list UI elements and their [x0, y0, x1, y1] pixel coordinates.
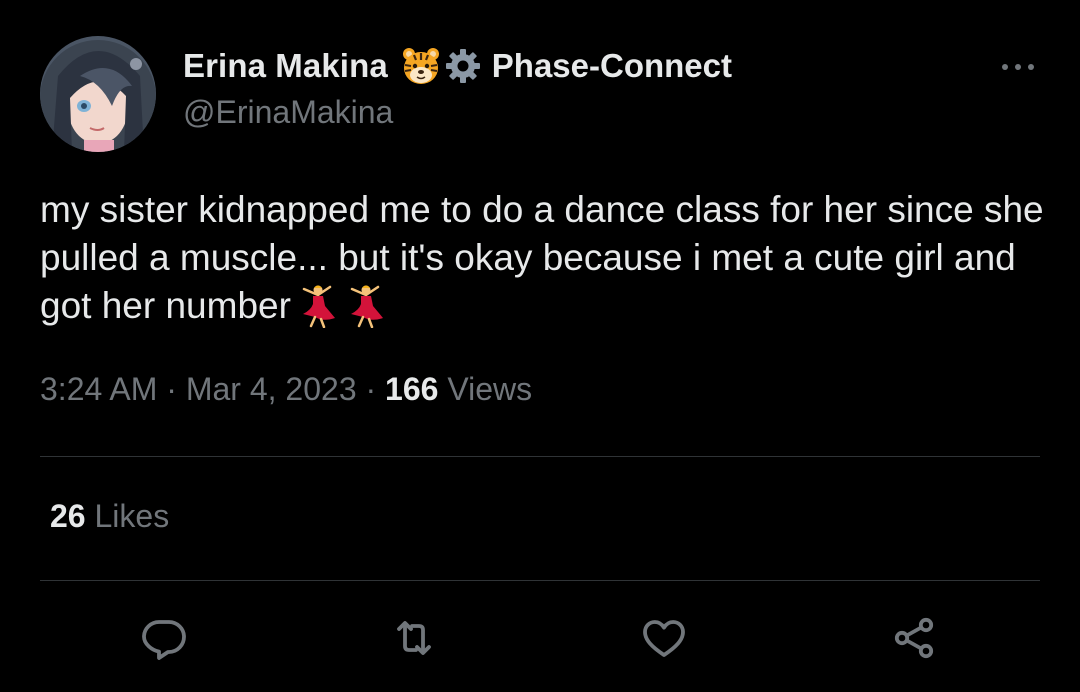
tweet-body: my sister kidnapped me to do a dance cla…: [40, 189, 1044, 326]
tweet-meta: 3:24 AM · Mar 4, 2023 · 166 Views: [40, 371, 532, 408]
affiliation-name[interactable]: Phase-Connect: [492, 47, 732, 85]
divider: [40, 580, 1040, 581]
share-icon: [894, 617, 934, 659]
dancer-icon: [297, 284, 339, 329]
gear-icon: [444, 47, 482, 85]
meta-separator: ·: [166, 371, 177, 407]
share-button[interactable]: [888, 612, 940, 664]
avatar-image: [40, 36, 156, 152]
likes-label: Likes: [94, 498, 170, 534]
tweet-text: my sister kidnapped me to do a dance cla…: [40, 186, 1050, 330]
like-button[interactable]: [638, 612, 690, 664]
more-options-button[interactable]: [994, 50, 1042, 84]
likes-count: 26: [50, 498, 86, 534]
retweet-button[interactable]: [388, 612, 440, 664]
views-count: 166: [385, 371, 439, 407]
reply-button[interactable]: [138, 612, 190, 664]
tweet-time[interactable]: 3:24 AM: [40, 371, 157, 407]
tiger-icon: [400, 45, 442, 87]
display-name[interactable]: Erina Makina: [183, 47, 388, 85]
avatar[interactable]: [40, 36, 156, 152]
user-handle[interactable]: @ErinaMakina: [183, 94, 393, 131]
divider: [40, 456, 1040, 457]
views-label: Views: [447, 371, 533, 407]
retweet-icon: [397, 621, 431, 655]
author-line: Erina Makina Phase-Connect: [183, 44, 732, 88]
likes-link[interactable]: 26 Likes: [50, 498, 169, 535]
dancer-icon: [345, 284, 387, 329]
tweet-date[interactable]: Mar 4, 2023: [186, 371, 357, 407]
meta-separator: ·: [365, 371, 377, 407]
reply-icon: [142, 620, 186, 660]
more-icon: [1002, 64, 1034, 70]
tweet: Erina Makina Phase-Connect @ErinaMakina …: [0, 0, 1080, 692]
like-icon: [643, 620, 685, 657]
